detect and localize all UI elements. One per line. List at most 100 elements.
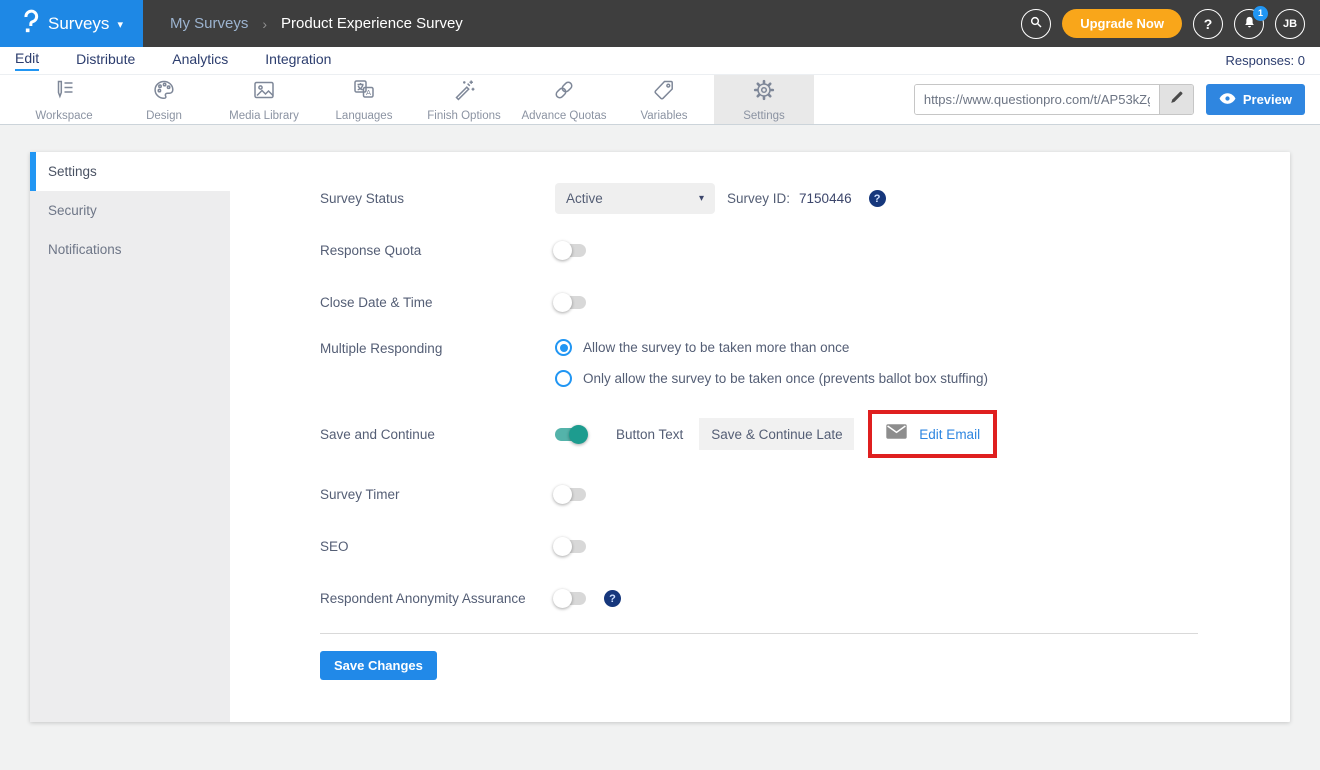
toolbar-tab-finish-options[interactable]: Finish Options — [414, 75, 514, 124]
divider — [320, 633, 1198, 634]
tag-icon — [651, 77, 677, 108]
survey-status-row: Survey Status Active ▾ Survey ID: 715044… — [320, 183, 1290, 214]
section-nav: Edit Distribute Analytics Integration Re… — [0, 47, 1320, 75]
image-icon — [251, 77, 277, 108]
toolbar-tab-label: Design — [146, 110, 182, 122]
seo-label: SEO — [320, 539, 555, 554]
breadcrumb-separator-icon: › — [262, 16, 267, 32]
survey-url-input[interactable] — [915, 85, 1159, 114]
translate-icon: A — [351, 77, 377, 108]
sidebar-item-security[interactable]: Security — [30, 191, 230, 230]
tab-distribute[interactable]: Distribute — [76, 51, 135, 70]
anonymity-help-icon[interactable]: ? — [604, 590, 621, 607]
notifications-button[interactable]: 1 — [1234, 9, 1264, 39]
toolbar-tab-languages[interactable]: A Languages — [314, 75, 414, 124]
toolbar-tab-settings[interactable]: Settings — [714, 75, 814, 124]
response-quota-row: Response Quota — [320, 235, 1290, 266]
survey-timer-toggle[interactable] — [555, 488, 586, 501]
edit-email-highlight: Edit Email — [868, 410, 997, 458]
sidebar-item-notifications[interactable]: Notifications — [30, 230, 230, 269]
tab-edit[interactable]: Edit — [15, 50, 39, 71]
multiple-responding-label: Multiple Responding — [320, 339, 555, 356]
search-icon — [1028, 14, 1044, 33]
envelope-icon — [885, 423, 908, 445]
radio-option-label: Only allow the survey to be taken once (… — [583, 371, 988, 386]
toggle-knob — [553, 293, 572, 312]
button-text-input[interactable] — [699, 418, 854, 450]
edit-url-button[interactable] — [1159, 85, 1193, 114]
design-icon — [151, 77, 177, 108]
response-quota-label: Response Quota — [320, 243, 555, 258]
toolbar-tab-label: Workspace — [35, 110, 92, 122]
chevron-down-icon: ▾ — [117, 18, 123, 31]
top-bar: Surveys ▾ My Surveys › Product Experienc… — [0, 0, 1320, 47]
toolbar-tab-label: Finish Options — [427, 110, 501, 122]
toggle-knob — [553, 589, 572, 608]
anonymity-label: Respondent Anonymity Assurance — [320, 591, 555, 606]
save-changes-button[interactable]: Save Changes — [320, 651, 437, 680]
toolbar-tab-advance-quotas[interactable]: Advance Quotas — [514, 75, 614, 124]
toolbar-tab-workspace[interactable]: Workspace — [14, 75, 114, 124]
edit-toolbar: Workspace Design Media Library — [0, 75, 1320, 125]
upgrade-now-button[interactable]: Upgrade Now — [1062, 9, 1182, 38]
workspace-icon — [51, 77, 77, 108]
toggle-knob — [569, 425, 588, 444]
toggle-knob — [553, 485, 572, 504]
eye-icon — [1219, 92, 1236, 108]
toolbar-tab-media-library[interactable]: Media Library — [214, 75, 314, 124]
tab-analytics[interactable]: Analytics — [172, 51, 228, 70]
avatar[interactable]: JB — [1275, 9, 1305, 39]
seo-toggle[interactable] — [555, 540, 586, 553]
survey-status-label: Survey Status — [320, 191, 555, 206]
toolbar-right: Preview — [914, 75, 1320, 124]
radio-option-label: Allow the survey to be taken more than o… — [583, 340, 849, 355]
tab-integration[interactable]: Integration — [265, 51, 331, 70]
settings-sidebar: Settings Security Notifications — [30, 152, 230, 722]
toggle-knob — [553, 241, 572, 260]
anonymity-toggle[interactable] — [555, 592, 586, 605]
question-mark-icon: ? — [1204, 16, 1213, 32]
product-name: Surveys — [48, 14, 109, 34]
toggle-knob — [553, 537, 572, 556]
magic-wand-icon — [451, 77, 477, 108]
sidebar-item-label: Settings — [48, 164, 97, 179]
preview-label: Preview — [1243, 92, 1292, 107]
avatar-initials: JB — [1283, 18, 1297, 30]
settings-main: Survey Status Active ▾ Survey ID: 715044… — [230, 152, 1290, 722]
toolbar-tab-design[interactable]: Design — [114, 75, 214, 124]
radio-selected-icon — [555, 339, 572, 356]
close-date-toggle[interactable] — [555, 296, 586, 309]
multiple-responding-options: Allow the survey to be taken more than o… — [555, 339, 988, 387]
radio-option-multiple[interactable]: Allow the survey to be taken more than o… — [555, 339, 988, 356]
content-area: Settings Security Notifications Survey S… — [0, 125, 1320, 770]
app-switcher[interactable]: Surveys ▾ — [0, 0, 143, 47]
toolbar-tab-label: Variables — [640, 110, 687, 122]
survey-timer-row: Survey Timer — [320, 479, 1290, 510]
svg-text:A: A — [366, 88, 371, 97]
search-button[interactable] — [1021, 9, 1051, 39]
survey-id-help-icon[interactable]: ? — [869, 190, 886, 207]
save-continue-label: Save and Continue — [320, 427, 555, 442]
sidebar-item-label: Notifications — [48, 242, 122, 257]
survey-timer-label: Survey Timer — [320, 487, 555, 502]
survey-url-group — [914, 84, 1194, 115]
response-quota-toggle[interactable] — [555, 244, 586, 257]
save-continue-toggle[interactable] — [555, 428, 586, 441]
multiple-responding-row: Multiple Responding Allow the survey to … — [320, 339, 1290, 387]
survey-status-value: Active — [566, 191, 603, 206]
chevron-down-icon: ▾ — [699, 193, 704, 204]
edit-email-link[interactable]: Edit Email — [919, 427, 980, 442]
sidebar-item-settings[interactable]: Settings — [30, 152, 230, 191]
close-date-row: Close Date & Time — [320, 287, 1290, 318]
preview-button[interactable]: Preview — [1206, 84, 1305, 115]
responses-count: Responses: 0 — [1226, 53, 1306, 68]
help-button[interactable]: ? — [1193, 9, 1223, 39]
toolbar-tab-variables[interactable]: Variables — [614, 75, 714, 124]
survey-id-value: 7150446 — [799, 191, 852, 206]
notification-badge: 1 — [1253, 6, 1268, 21]
chain-link-icon — [551, 77, 577, 108]
radio-option-once[interactable]: Only allow the survey to be taken once (… — [555, 370, 988, 387]
breadcrumb-parent[interactable]: My Surveys — [170, 15, 248, 32]
survey-status-dropdown[interactable]: Active ▾ — [555, 183, 715, 214]
topbar-actions: Upgrade Now ? 1 JB — [1021, 9, 1320, 39]
